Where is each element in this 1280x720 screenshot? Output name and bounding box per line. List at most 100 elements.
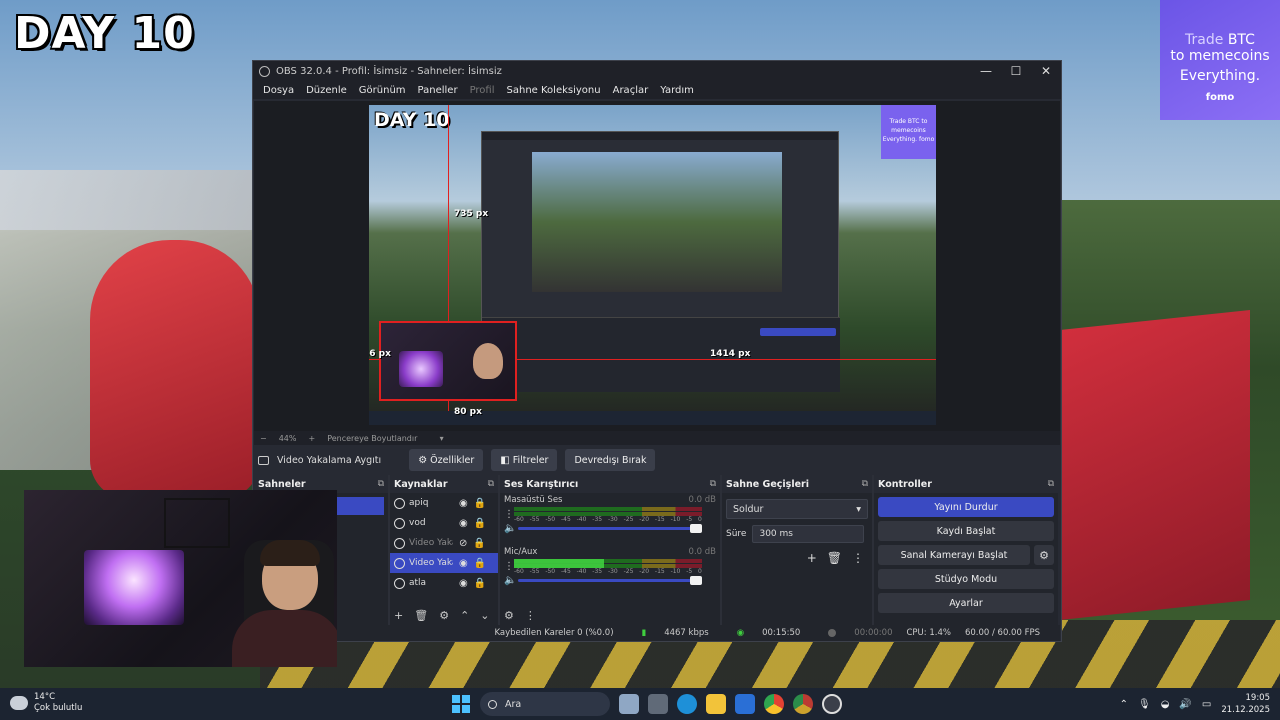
title-bar[interactable]: OBS 32.0.4 - Profil: İsimsiz - Sahneler:… xyxy=(253,61,1061,81)
virtual-camera-button[interactable]: Sanal Kamerayı Başlat xyxy=(878,545,1030,565)
meter-tick: -10 xyxy=(670,568,681,575)
menu-gorunum[interactable]: Görünüm xyxy=(353,85,412,96)
transition-menu-icon[interactable]: ⋮ xyxy=(852,551,864,565)
mic-icon[interactable]: 🎙 xyxy=(1138,699,1151,710)
lock-icon[interactable]: 🔒 xyxy=(473,538,485,549)
stop-stream-button[interactable]: Yayını Durdur xyxy=(878,497,1054,517)
preview-canvas[interactable]: DAY 10 Trade BTC to memecoins Everything… xyxy=(369,105,936,425)
meter-tick: -25 xyxy=(623,568,634,575)
start-record-button[interactable]: Kaydı Başlat xyxy=(878,521,1054,541)
undock-icon[interactable]: ⧉ xyxy=(862,479,868,489)
source-type-icon xyxy=(394,557,405,569)
meter-tick: -40 xyxy=(576,568,587,575)
disable-button[interactable]: Devredışı Bırak xyxy=(565,449,656,471)
filters-button[interactable]: ◧ Filtreler xyxy=(491,449,558,471)
advanced-audio-icon[interactable]: ⚙ xyxy=(504,609,514,622)
add-source-icon[interactable]: + xyxy=(394,609,403,622)
zoom-in-button[interactable]: + xyxy=(308,434,315,443)
move-up-icon[interactable]: ⌃ xyxy=(460,609,469,622)
ad-btc: BTC xyxy=(1227,32,1255,48)
meter-tick: -50 xyxy=(545,516,556,523)
file-explorer-icon[interactable] xyxy=(706,694,726,714)
store-icon[interactable] xyxy=(735,694,755,714)
duration-input[interactable]: 300 ms xyxy=(752,525,865,543)
obs-taskbar-icon[interactable] xyxy=(822,694,842,714)
menu-profil[interactable]: Profil xyxy=(464,85,501,96)
selected-webcam-source[interactable] xyxy=(379,321,517,401)
source-item[interactable]: atla ◉ 🔒 xyxy=(390,573,498,593)
virtual-camera-gear-icon[interactable]: ⚙ xyxy=(1034,545,1054,565)
studio-mode-button[interactable]: Stüdyo Modu xyxy=(878,569,1054,589)
move-down-icon[interactable]: ⌄ xyxy=(480,609,489,622)
fps: 60.00 / 60.00 FPS xyxy=(964,628,1040,638)
volume-knob[interactable] xyxy=(690,524,702,533)
ad-brand: fomo xyxy=(1205,92,1235,103)
source-item[interactable]: Video Yakalama Aygıtı 2 ⊘ 🔒 xyxy=(390,533,498,553)
channel-menu-icon[interactable]: ⋮ xyxy=(504,509,514,520)
eye-slash-icon[interactable]: ⊘ xyxy=(459,538,467,549)
minimize-icon[interactable]: — xyxy=(971,64,1001,78)
controls-title: Kontroller xyxy=(878,478,932,490)
undock-icon[interactable]: ⧉ xyxy=(378,479,384,489)
volume-knob[interactable] xyxy=(690,576,702,585)
clock[interactable]: 19:05 21.12.2025 xyxy=(1221,692,1270,716)
taskbar-search[interactable]: Ara xyxy=(480,692,610,716)
undock-icon[interactable]: ⧉ xyxy=(1048,479,1054,489)
remove-transition-icon[interactable]: 🗑 xyxy=(827,551,842,565)
menu-dosya[interactable]: Dosya xyxy=(257,85,300,96)
chevron-up-icon[interactable]: ⌃ xyxy=(1120,699,1128,710)
widgets-icon[interactable] xyxy=(619,694,639,714)
eye-icon[interactable]: ◉ xyxy=(459,518,468,529)
menu-paneller[interactable]: Paneller xyxy=(412,85,464,96)
lock-icon[interactable]: 🔒 xyxy=(474,518,486,529)
channel-db: 0.0 dB xyxy=(688,495,716,505)
source-item[interactable]: Video Yakalama Aygıtı ◉ 🔒 xyxy=(390,553,498,573)
volume-icon[interactable]: 🔊 xyxy=(1179,699,1191,710)
chrome-icon[interactable] xyxy=(764,694,784,714)
volume-slider[interactable] xyxy=(518,576,702,585)
meter-tick: -55 xyxy=(529,516,540,523)
start-button[interactable] xyxy=(452,695,470,713)
fit-window-select[interactable]: Pencereye Boyutlandır ▾ xyxy=(327,434,443,443)
speaker-icon[interactable]: 🔈 xyxy=(504,575,518,586)
volume-slider[interactable] xyxy=(518,524,702,533)
mixer-menu-icon[interactable]: ⋮ xyxy=(525,609,536,622)
source-type-icon xyxy=(394,537,405,549)
weather-widget[interactable]: 14°C Çok bulutlu xyxy=(10,692,82,714)
transition-select[interactable]: Soldur ▾ xyxy=(726,499,868,519)
eye-icon[interactable]: ◉ xyxy=(459,498,468,509)
source-name: vod xyxy=(409,518,426,528)
speaker-icon[interactable]: 🔈 xyxy=(504,523,518,534)
lock-icon[interactable]: 🔒 xyxy=(474,498,486,509)
source-properties-icon[interactable]: ⚙ xyxy=(439,609,449,622)
undock-icon[interactable]: ⧉ xyxy=(710,479,716,489)
channel-menu-icon[interactable]: ⋮ xyxy=(504,561,514,572)
lock-icon[interactable]: 🔒 xyxy=(474,558,486,569)
close-icon[interactable]: ✕ xyxy=(1031,64,1061,78)
meter-tick: -5 xyxy=(686,568,693,575)
zoom-out-button[interactable]: − xyxy=(260,434,267,443)
menu-sahne-koleksiyonu[interactable]: Sahne Koleksiyonu xyxy=(501,85,607,96)
menu-araclar[interactable]: Araçlar xyxy=(607,85,655,96)
lock-icon[interactable]: 🔒 xyxy=(474,578,486,589)
source-item[interactable]: vod ◉ 🔒 xyxy=(390,513,498,533)
settings-button[interactable]: Ayarlar xyxy=(878,593,1054,613)
eye-icon[interactable]: ◉ xyxy=(459,578,468,589)
status-bar: Kaybedilen Kareler 0 (%0.0) ▮ 4467 kbps ◉… xyxy=(254,625,1060,641)
network-icon[interactable]: ◒ xyxy=(1161,699,1170,710)
edge-icon[interactable] xyxy=(677,694,697,714)
properties-button[interactable]: ⚙ Özellikler xyxy=(409,449,484,471)
meter-tick: -55 xyxy=(529,568,540,575)
menu-yardim[interactable]: Yardım xyxy=(654,85,700,96)
volume-meter: -60 -55 -50 -45 -40 -35 -30 -25 -20 -15 -10 -5 0 xyxy=(514,507,702,523)
maximize-icon[interactable]: ☐ xyxy=(1001,64,1031,78)
menu-duzenle[interactable]: Düzenle xyxy=(300,85,353,96)
source-item[interactable]: apiq ◉ 🔒 xyxy=(390,493,498,513)
eye-icon[interactable]: ◉ xyxy=(459,558,468,569)
remove-source-icon[interactable]: 🗑 xyxy=(414,609,428,622)
undock-icon[interactable]: ⧉ xyxy=(488,479,494,489)
battery-icon[interactable]: ▭ xyxy=(1202,699,1211,710)
task-view-icon[interactable] xyxy=(648,694,668,714)
add-transition-icon[interactable]: + xyxy=(807,551,817,565)
chrome-profile-icon[interactable] xyxy=(793,694,813,714)
